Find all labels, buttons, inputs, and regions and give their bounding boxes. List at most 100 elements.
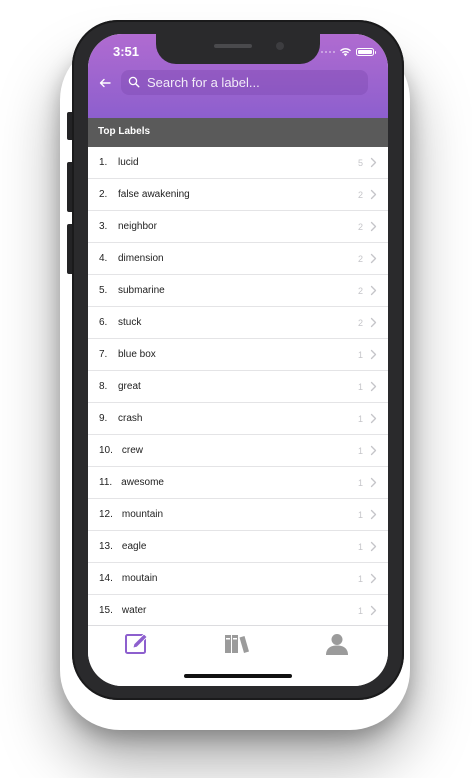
- arrow-left-icon: [99, 78, 111, 88]
- labels-list: 1. lucid 5 2. false awakening 2 3. neighbor 2 4. d…: [88, 147, 388, 625]
- row-label: dimension: [118, 253, 164, 264]
- search-input[interactable]: [147, 75, 347, 90]
- chevron-right-icon: [370, 477, 377, 488]
- chevron-right-icon: [370, 317, 377, 328]
- back-button[interactable]: [94, 74, 116, 94]
- label-row[interactable]: 10. crew 1: [88, 435, 388, 467]
- row-label: eagle: [121, 541, 147, 552]
- label-row[interactable]: 15. water 1: [88, 595, 388, 625]
- row-label: false awakening: [118, 189, 190, 200]
- device-notch: [156, 34, 320, 64]
- status-time: 3:51: [113, 44, 140, 59]
- label-row[interactable]: 14. moutain 1: [88, 563, 388, 595]
- row-rank: 3.: [99, 221, 108, 232]
- label-row[interactable]: 4. dimension 2: [88, 243, 388, 275]
- row-label: crash: [118, 413, 143, 424]
- row-rank: 1.: [99, 157, 108, 168]
- label-row[interactable]: 12. mountain 1: [88, 499, 388, 531]
- label-row[interactable]: 11. awesome 1: [88, 467, 388, 499]
- row-count: 1: [357, 605, 363, 616]
- tab-profile[interactable]: [325, 632, 353, 658]
- chevron-right-icon: [370, 189, 377, 200]
- label-row[interactable]: 5. submarine 2: [88, 275, 388, 307]
- label-row[interactable]: 7. blue box 1: [88, 339, 388, 371]
- row-rank: 9.: [99, 413, 108, 424]
- row-count: 2: [357, 189, 363, 200]
- row-rank: 13.: [99, 541, 113, 552]
- mute-switch: [67, 112, 72, 140]
- row-rank: 15.: [99, 605, 113, 616]
- home-indicator: [184, 674, 292, 678]
- signal-icon: [321, 51, 335, 53]
- label-row[interactable]: 9. crash 1: [88, 403, 388, 435]
- chevron-right-icon: [370, 509, 377, 520]
- row-label: moutain: [121, 573, 158, 584]
- row-rank: 14.: [99, 573, 113, 584]
- chevron-right-icon: [370, 381, 377, 392]
- row-label: water: [121, 605, 147, 616]
- row-label: mountain: [121, 509, 164, 520]
- chevron-right-icon: [370, 349, 377, 360]
- row-label: neighbor: [118, 221, 157, 232]
- search-bar[interactable]: [121, 70, 368, 95]
- label-row[interactable]: 13. eagle 1: [88, 531, 388, 563]
- row-rank: 12.: [99, 509, 113, 520]
- chevron-right-icon: [370, 413, 377, 424]
- row-count: 2: [357, 221, 363, 232]
- books-icon: [225, 635, 249, 653]
- chevron-right-icon: [370, 445, 377, 456]
- section-title: Top Labels: [98, 126, 151, 137]
- edit-icon: [125, 633, 148, 654]
- row-rank: 11.: [99, 477, 113, 488]
- tab-library[interactable]: [224, 632, 252, 658]
- chevron-right-icon: [370, 221, 377, 232]
- row-count: 2: [357, 253, 363, 264]
- row-rank: 2.: [99, 189, 108, 200]
- label-row[interactable]: 1. lucid 5: [88, 147, 388, 179]
- row-count: 1: [357, 477, 363, 488]
- row-count: 1: [357, 349, 363, 360]
- row-rank: 7.: [99, 349, 108, 360]
- row-label: blue box: [118, 349, 156, 360]
- row-label: submarine: [118, 285, 165, 296]
- chevron-right-icon: [370, 157, 377, 168]
- row-count: 1: [357, 445, 363, 456]
- row-rank: 10.: [99, 445, 113, 456]
- chevron-right-icon: [370, 605, 377, 616]
- chevron-right-icon: [370, 541, 377, 552]
- row-rank: 5.: [99, 285, 108, 296]
- row-count: 5: [357, 157, 363, 168]
- tab-journal[interactable]: [124, 632, 152, 658]
- row-count: 2: [357, 285, 363, 296]
- row-count: 1: [357, 541, 363, 552]
- row-count: 1: [357, 381, 363, 392]
- row-rank: 8.: [99, 381, 108, 392]
- section-header: Top Labels: [88, 118, 388, 147]
- row-label: stuck: [118, 317, 142, 328]
- chevron-right-icon: [370, 573, 377, 584]
- row-label: awesome: [121, 477, 164, 488]
- wifi-icon: [340, 48, 351, 57]
- label-row[interactable]: 6. stuck 2: [88, 307, 388, 339]
- user-icon: [326, 634, 348, 655]
- device-mockup: 3:51 Search for a label... Top Labels 1.…: [0, 0, 472, 778]
- row-label: lucid: [118, 157, 139, 168]
- chevron-right-icon: [370, 253, 377, 264]
- chevron-right-icon: [370, 285, 377, 296]
- battery-icon: [356, 48, 376, 56]
- phone-frame: 3:51 Search for a label... Top Labels 1.…: [67, 20, 404, 700]
- row-rank: 6.: [99, 317, 108, 328]
- row-count: 2: [357, 317, 363, 328]
- row-count: 1: [357, 573, 363, 584]
- row-label: great: [118, 381, 141, 392]
- search-icon: [128, 76, 141, 89]
- row-rank: 4.: [99, 253, 108, 264]
- row-label: crew: [121, 445, 144, 456]
- app-screen: 3:51 Search for a label... Top Labels 1.…: [88, 34, 388, 686]
- label-row[interactable]: 2. false awakening 2: [88, 179, 388, 211]
- speaker-grille: [214, 44, 252, 48]
- label-row[interactable]: 3. neighbor 2: [88, 211, 388, 243]
- volume-down-button: [67, 224, 72, 274]
- status-icons: [321, 46, 376, 58]
- label-row[interactable]: 8. great 1: [88, 371, 388, 403]
